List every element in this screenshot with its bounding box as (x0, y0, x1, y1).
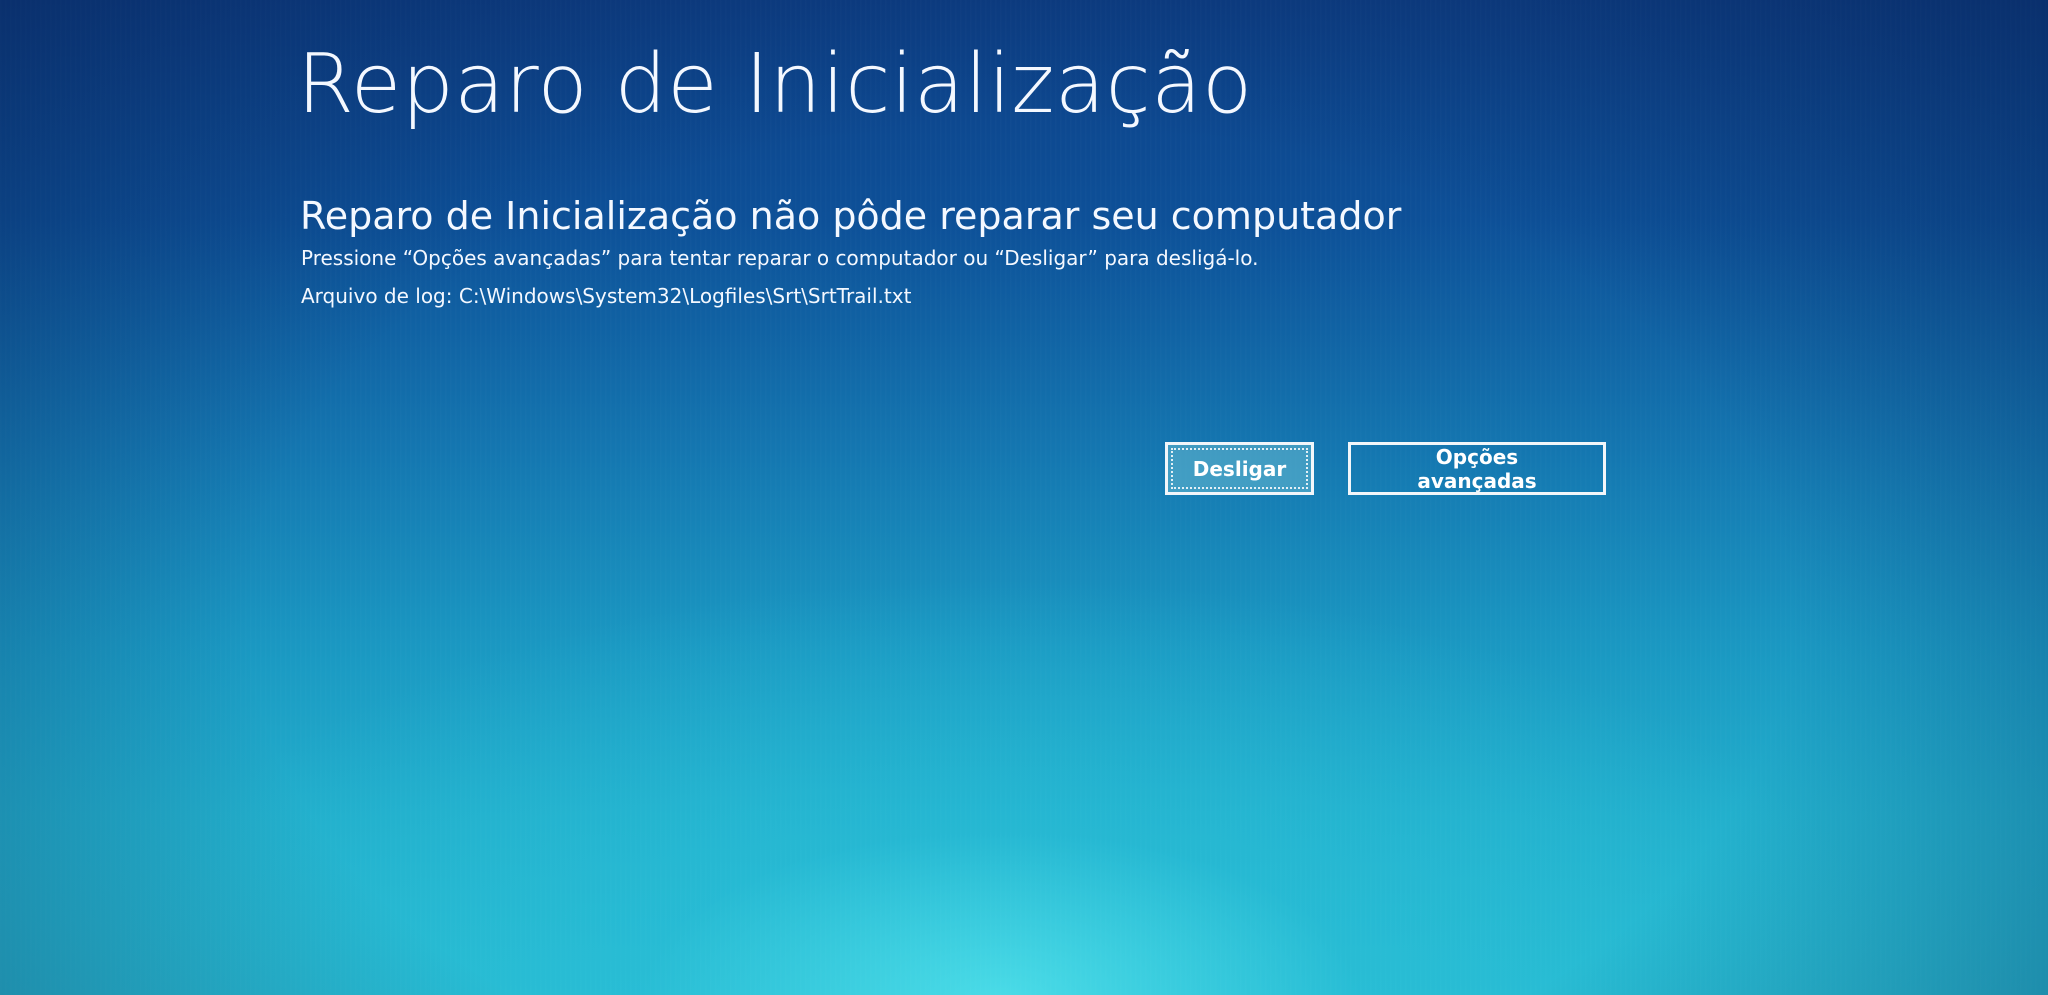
page-title: Reparo de Inicialização (297, 37, 1253, 132)
log-file-path: Arquivo de log: C:\Windows\System32\Logf… (301, 283, 912, 308)
action-buttons: Desligar Opções avançadas (1165, 442, 1606, 495)
error-heading: Reparo de Inicialização não pôde reparar… (300, 194, 1402, 239)
advanced-options-button[interactable]: Opções avançadas (1348, 442, 1606, 495)
instruction-text: Pressione “Opções avançadas” para tentar… (301, 245, 1259, 270)
shutdown-button[interactable]: Desligar (1165, 442, 1314, 495)
repair-panel: Reparo de Inicialização Reparo de Inicia… (297, 37, 1697, 310)
